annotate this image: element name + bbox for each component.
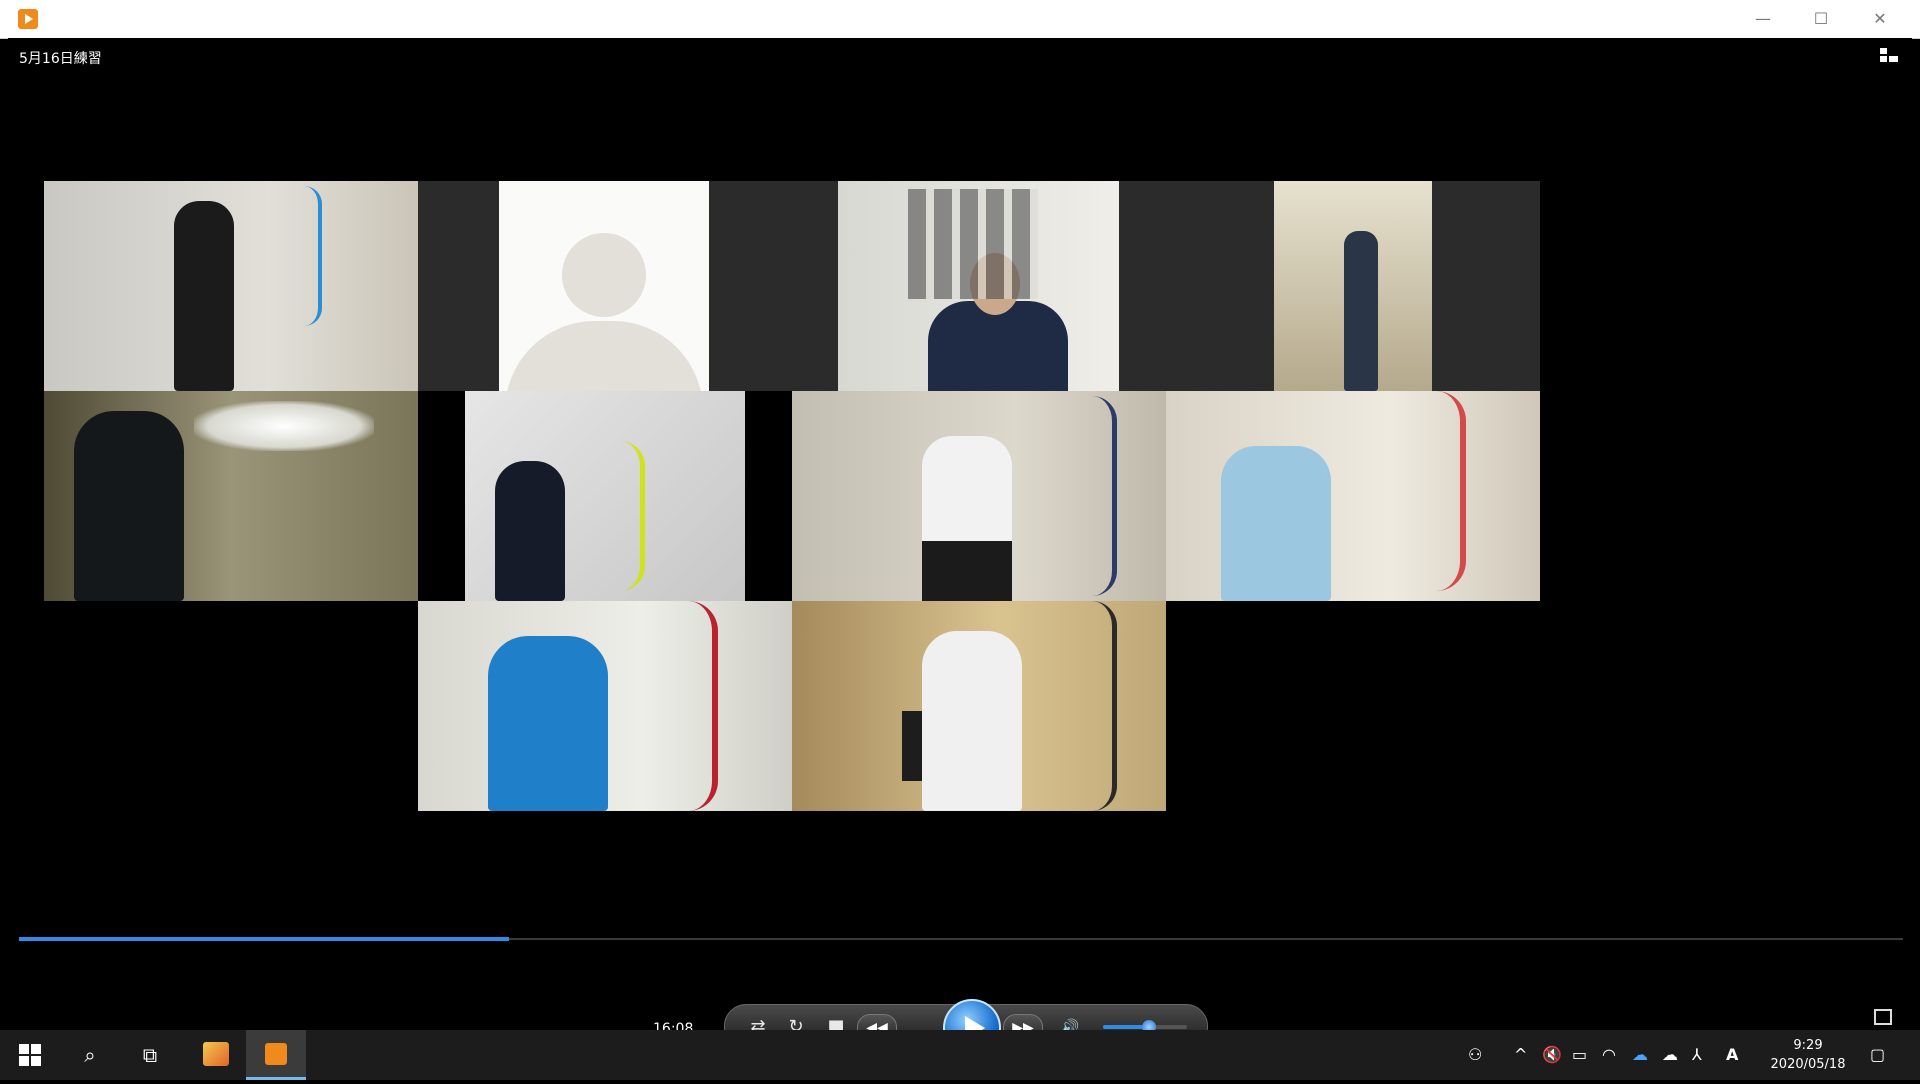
- video-player[interactable]: 5月16日練習 16:08 ⇄ ↻ ■ ◀◀ ▶▶ 🔊: [8, 38, 1912, 1057]
- participant-tile: [792, 391, 1166, 601]
- seek-bar[interactable]: [19, 937, 1903, 941]
- battery-icon[interactable]: ▭: [1572, 1030, 1587, 1080]
- onedrive-icon[interactable]: ☁: [1632, 1030, 1648, 1080]
- bow: [1436, 391, 1466, 591]
- media-player-taskbar-icon[interactable]: [246, 1030, 306, 1080]
- archer-figure: [488, 636, 608, 811]
- adobe-icon[interactable]: A: [1726, 1030, 1738, 1080]
- archer-figure: [1344, 231, 1378, 391]
- taskbar: ⌕ ⧉ ⚇ ^ 🔇 ▭ ◠ ☁ ☁ ⅄ A 9:29 2020/05/18 ▢: [0, 1030, 1920, 1080]
- participant-tile: [418, 181, 838, 391]
- archer-figure: [1221, 446, 1331, 601]
- speaker-muted-icon[interactable]: 🔇: [1542, 1030, 1562, 1080]
- bow: [620, 441, 645, 591]
- playlist-view-icon[interactable]: [1880, 48, 1898, 62]
- participant-tile: [44, 181, 418, 391]
- bow: [1092, 396, 1117, 596]
- clock-time: 9:29: [1793, 1038, 1823, 1053]
- show-hidden-icons[interactable]: ^: [1514, 1030, 1527, 1080]
- media-player-icon[interactable]: [18, 9, 38, 29]
- windows-icon[interactable]: [0, 1030, 60, 1080]
- archer-figure: [74, 411, 184, 601]
- task-view-icon[interactable]: ⧉: [120, 1030, 180, 1080]
- cloud-sync-icon[interactable]: ☁: [1662, 1030, 1678, 1080]
- bow: [304, 186, 322, 326]
- switch-to-library-icon[interactable]: [1874, 1009, 1892, 1025]
- people-icon[interactable]: ⚇: [1468, 1030, 1482, 1080]
- wifi-icon[interactable]: ◠: [1602, 1030, 1616, 1080]
- participant-tile: [418, 601, 792, 811]
- paint-app-icon[interactable]: [186, 1030, 246, 1080]
- participant-tile: [838, 181, 1258, 391]
- bow: [1092, 601, 1117, 811]
- participant-tile: [44, 391, 418, 601]
- participant-tile: [418, 391, 792, 601]
- participant-tile: [1166, 391, 1540, 601]
- maximize-button[interactable]: ☐: [1792, 0, 1850, 38]
- clock-date: 2020/05/18: [1770, 1057, 1846, 1072]
- archer-figure: [495, 461, 565, 601]
- window-titlebar: — ☐ ✕: [0, 0, 1920, 39]
- archer-figure: [174, 201, 234, 391]
- close-button[interactable]: ✕: [1851, 0, 1909, 38]
- minimize-button[interactable]: —: [1734, 0, 1792, 38]
- bow: [688, 601, 718, 811]
- participant-tile: [1258, 181, 1540, 391]
- system-clock[interactable]: 9:29 2020/05/18: [1764, 1036, 1852, 1074]
- search-icon[interactable]: ⌕: [60, 1030, 120, 1080]
- participant-tile: [792, 601, 1166, 811]
- seek-progress: [19, 937, 509, 941]
- notifications-icon[interactable]: ▢: [1870, 1030, 1885, 1080]
- volume-slider[interactable]: [1103, 1020, 1187, 1034]
- archer-figure: [922, 631, 1022, 811]
- avatar: [562, 233, 646, 317]
- ime-icon[interactable]: ⅄: [1692, 1030, 1702, 1080]
- video-title: 5月16日練習: [19, 51, 102, 67]
